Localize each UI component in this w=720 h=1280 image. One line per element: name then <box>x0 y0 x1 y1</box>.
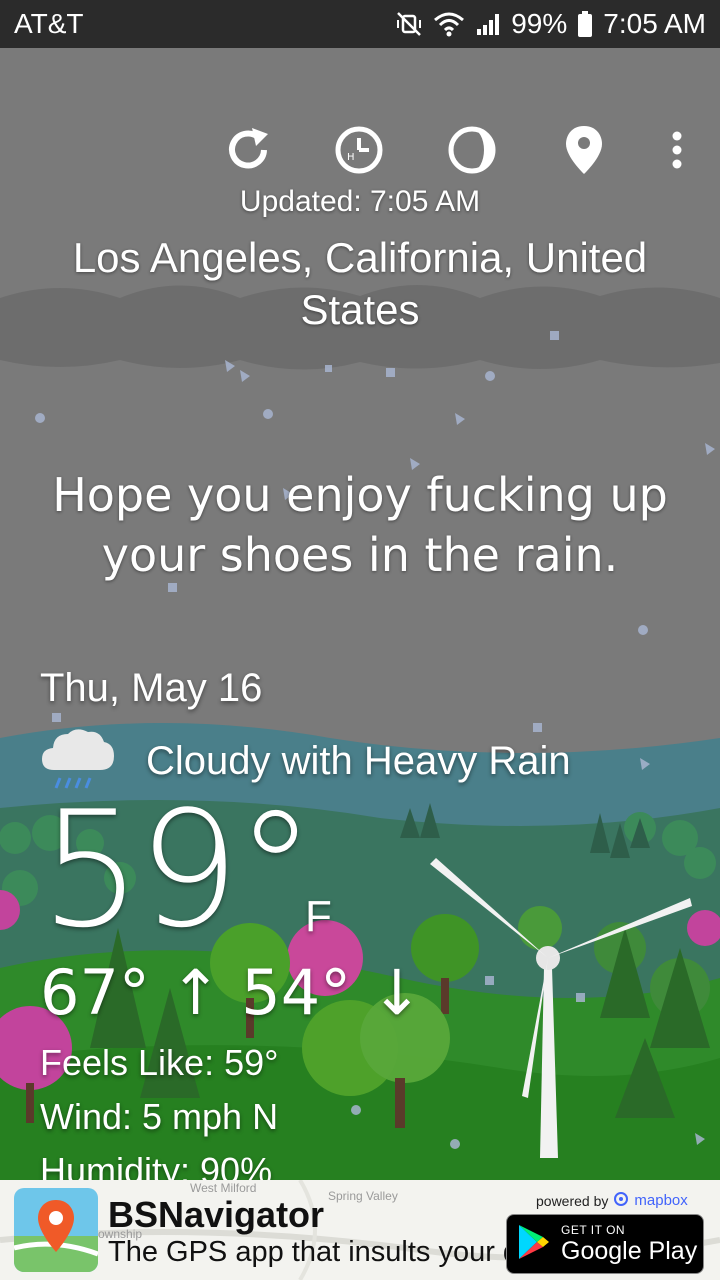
google-play-button[interactable]: GET IT ON Google Play <box>506 1214 704 1274</box>
carrier-label: AT&T <box>14 8 84 39</box>
hourly-icon: H <box>333 124 385 181</box>
last-updated: Updated: 7:05 AM <box>239 185 481 218</box>
toolbar: H <box>0 120 720 184</box>
refresh-icon <box>222 124 274 181</box>
clock: 7:05 AM <box>603 8 706 39</box>
more-vert-icon <box>671 130 683 175</box>
signal-icon <box>475 11 501 37</box>
temperature-unit: F <box>305 892 332 941</box>
map-label-west-milford: West Milford <box>190 1181 256 1195</box>
humidity: Humidity: 90% <box>40 1150 273 1180</box>
forecast-date: Thu, May 16 <box>40 666 263 710</box>
ad-banner[interactable]: West Milford Spring Valley ownship BSNav… <box>0 1180 720 1280</box>
current-temperature: 59° <box>40 776 316 963</box>
store-big-label: Google Play <box>561 1236 698 1265</box>
wind: Wind: 5 mph N <box>40 1096 279 1137</box>
battery-percent: 99% <box>511 8 568 39</box>
refresh-button[interactable] <box>216 120 280 184</box>
moon-phase-button[interactable] <box>440 120 504 184</box>
ad-title: BSNavigator <box>108 1194 325 1235</box>
app-icon <box>14 1188 98 1272</box>
location-pin-icon <box>564 124 604 181</box>
snarky-message: Hope you enjoy fucking up your shoes in … <box>52 468 668 582</box>
google-play-icon <box>517 1223 551 1266</box>
mapbox-label: mapbox <box>634 1192 688 1209</box>
mapbox-logo-icon <box>614 1192 629 1209</box>
overflow-menu-button[interactable] <box>645 120 709 184</box>
svg-text:H: H <box>347 152 355 163</box>
hourly-forecast-button[interactable]: H <box>327 120 391 184</box>
powered-by: powered by mapbox <box>536 1192 688 1209</box>
vibrate-mute-icon <box>395 10 423 38</box>
location-title: Los Angeles, California, United States <box>72 234 648 333</box>
status-bar: AT&T 99% 7:05 AM <box>0 0 720 48</box>
powered-by-label: powered by <box>536 1192 609 1209</box>
location-button[interactable] <box>552 120 616 184</box>
weather-scene: H Updated: 7:05 AM Los Angeles, Californ… <box>0 48 720 1180</box>
store-small-label: GET IT ON <box>561 1222 626 1237</box>
high-low-temperature: 67° ↑ 54° ↓ <box>40 956 423 1029</box>
wifi-icon <box>433 10 465 38</box>
feels-like: Feels Like: 59° <box>40 1042 279 1083</box>
moon-phase-icon <box>446 124 498 181</box>
battery-icon <box>577 10 593 38</box>
map-label-spring-valley: Spring Valley <box>328 1189 398 1203</box>
